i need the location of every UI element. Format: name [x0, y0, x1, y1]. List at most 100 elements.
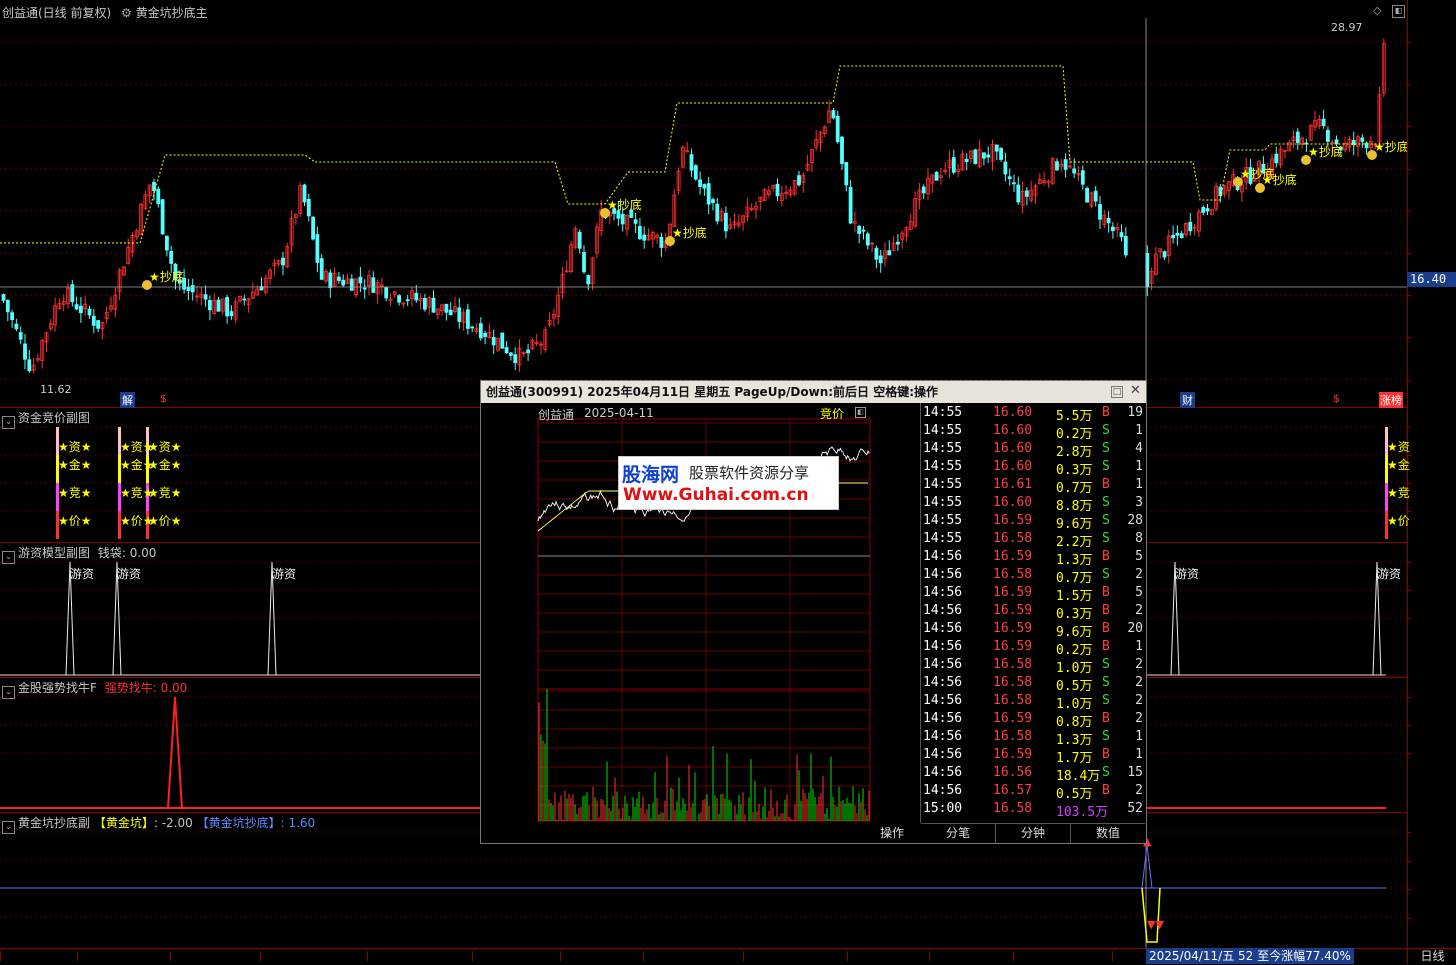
trade-time: 14:55: [923, 405, 963, 420]
candle-body: [835, 115, 840, 143]
trade-volume: 9.6万: [1056, 517, 1093, 532]
jie-marker[interactable]: 解: [120, 392, 135, 408]
intraday-popup[interactable]: 创益通(300991) 2025年04月11日 星期五 PageUp/Down:…: [480, 380, 1147, 844]
candle-body: [397, 295, 402, 303]
trade-count: 19: [1127, 405, 1143, 420]
candle-body: [203, 294, 208, 300]
trade-row: 14:55 16.60 2.8万 S 4: [921, 441, 1145, 460]
candle-body: [508, 352, 513, 356]
chaodi-label: ★抄底: [607, 197, 642, 212]
trade-count: 2: [1135, 711, 1143, 726]
period-button[interactable]: 日线: [1407, 948, 1456, 964]
trade-time: 15:00: [923, 801, 963, 816]
candle-body: [582, 252, 586, 273]
low-label: 11.62: [40, 383, 72, 396]
action-button[interactable]: 操作: [880, 824, 904, 841]
candle-body: [698, 179, 702, 187]
dollar-marker[interactable]: $: [1333, 392, 1340, 405]
trade-time: 14:55: [923, 459, 963, 474]
status-bar: 2025/04/11/五 52 至今涨幅77.40%: [1146, 948, 1354, 964]
word-label: ★价★: [58, 514, 92, 528]
settings-icon[interactable]: ⚙: [121, 6, 132, 20]
yellow-line: [1141, 887, 1161, 943]
trade-count: 52: [1127, 801, 1143, 816]
candle-body: [414, 292, 419, 301]
trade-volume: 1.0万: [1056, 697, 1093, 712]
candle-body: [797, 175, 801, 186]
trade-price: 16.59: [993, 747, 1033, 762]
candle-body: [1171, 234, 1175, 239]
candle-body: [642, 234, 647, 241]
trade-price: 16.59: [993, 639, 1033, 654]
trade-time: 14:56: [923, 675, 963, 690]
trade-side: S: [1102, 675, 1110, 690]
candle-body: [341, 279, 346, 286]
trade-volume: 0.3万: [1056, 463, 1093, 478]
panel3-title[interactable]: ⌄ 金股强势找牛F 强势找牛: 0.00: [2, 679, 187, 699]
trade-row: 14:56 16.59 9.6万 B 20: [921, 621, 1145, 640]
tab-fenbi[interactable]: 分笔: [921, 824, 996, 843]
trade-side: S: [1102, 531, 1110, 546]
trade-row: 14:56 16.59 0.2万 B 1: [921, 639, 1145, 658]
trade-price: 16.57: [993, 783, 1033, 798]
chaodi-label: ★抄底: [672, 225, 707, 240]
spike-label: 游资: [1377, 567, 1402, 581]
trade-row: 14:56 16.58 0.5万 S 2: [921, 675, 1145, 694]
collapse-icon: ⌄: [2, 821, 15, 834]
candle-body: [1295, 131, 1300, 143]
panel1-title[interactable]: ⌄ 资金竞价副图: [2, 409, 90, 429]
word-label: ★价★: [148, 514, 182, 528]
candle-body: [706, 183, 711, 205]
trade-count: 2: [1135, 657, 1143, 672]
main-indicator-name[interactable]: 黄金坑抄底主: [136, 6, 208, 20]
trade-time: 14:55: [923, 441, 963, 456]
collapse-icon: ⌄: [2, 551, 15, 564]
candle-body: [216, 299, 221, 312]
tab-fenzhong[interactable]: 分钟: [996, 824, 1071, 843]
candle-body: [896, 241, 900, 245]
toggle-icon[interactable]: ◧: [855, 407, 866, 418]
candle-body: [96, 320, 100, 329]
tab-shuzhi[interactable]: 数值: [1071, 824, 1145, 843]
stock-title[interactable]: 创益通(日线 前复权): [2, 6, 111, 20]
trade-time: 14:55: [923, 477, 963, 492]
candle-body: [1205, 208, 1210, 212]
candle-body: [964, 158, 969, 163]
popup-stock-name: 创益通: [538, 408, 575, 422]
dollar-marker[interactable]: $: [160, 392, 167, 405]
trade-price: 16.59: [993, 711, 1033, 726]
diamond-icon[interactable]: ◇: [1373, 4, 1381, 17]
candle-body: [349, 278, 354, 291]
trade-price: 16.59: [993, 585, 1033, 600]
panel2-title[interactable]: ⌄ 游资模型副图 钱袋: 0.00: [2, 544, 156, 564]
candle-body: [448, 309, 453, 316]
candle-body: [1111, 226, 1115, 232]
candle-body: [1274, 153, 1279, 164]
candle-body: [336, 276, 341, 281]
jingjia-toggle[interactable]: 竞价: [820, 405, 844, 422]
zhangbang-marker[interactable]: 涨榜: [1379, 392, 1403, 408]
candle-body: [973, 149, 978, 165]
candle-body: [470, 326, 475, 329]
candle-body: [207, 300, 212, 311]
candle-body: [328, 272, 333, 288]
candle-body: [79, 305, 83, 314]
candle-body: [405, 299, 410, 302]
cai-marker[interactable]: 财: [1180, 392, 1195, 408]
panel4-title[interactable]: ⌄ 黄金坑抄底副 【黄金坑】: -2.00 【黄金坑抄底】: 1.60: [2, 814, 315, 834]
trade-side: S: [1102, 567, 1110, 582]
candle-body: [861, 229, 866, 232]
trade-count: 20: [1127, 621, 1143, 636]
candle-body: [1025, 190, 1029, 197]
collapse-icon: ⌄: [2, 686, 15, 699]
trade-time: 14:56: [923, 693, 963, 708]
restore-icon[interactable]: ◧: [1392, 5, 1405, 18]
candle-body: [23, 343, 27, 360]
candle-body: [444, 303, 449, 313]
candle-body: [491, 336, 496, 346]
candle-body: [74, 304, 79, 310]
trade-volume: 18.4万: [1056, 769, 1101, 784]
trade-price: 16.60: [993, 441, 1033, 456]
trade-side: B: [1102, 549, 1110, 564]
candle-body: [689, 154, 694, 171]
